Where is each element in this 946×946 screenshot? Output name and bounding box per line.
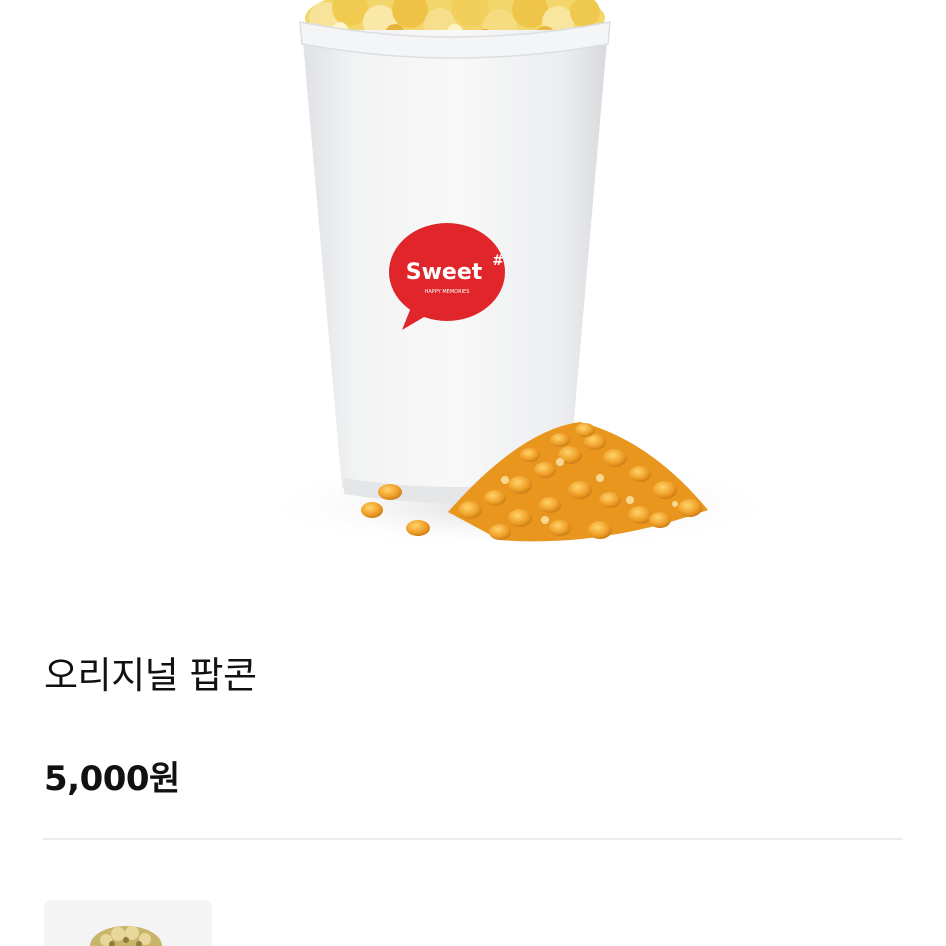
- popcorn-thumbnail-image: [90, 926, 162, 946]
- logo-mark: #: [492, 253, 504, 269]
- logo-tagline: HAPPY MEMORIES: [425, 289, 470, 295]
- divider: [43, 838, 903, 840]
- option-thumbnail[interactable]: [44, 900, 212, 946]
- product-name: 오리지널 팝콘: [44, 654, 257, 697]
- product-image: Sweet # HAPPY MEMORIES: [0, 0, 946, 590]
- popcorn-cup-image: Sweet # HAPPY MEMORIES: [260, 0, 780, 550]
- product-price: 5,000원: [44, 759, 180, 799]
- logo-text: Sweet: [406, 260, 483, 285]
